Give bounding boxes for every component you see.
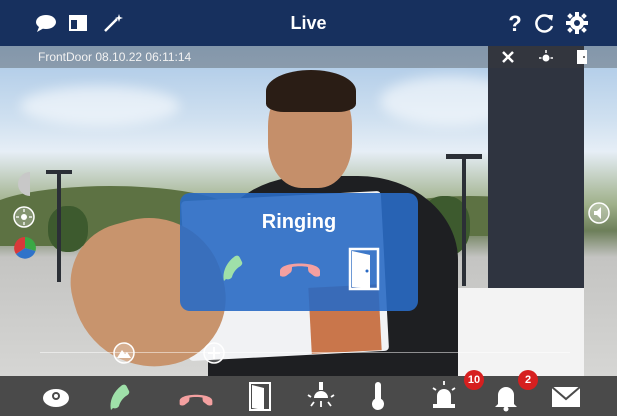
camera-dome-icon[interactable] [40,380,72,412]
lamp-post-head [46,170,72,174]
camera-info-bar: FrontDoor 08.10.22 06:11:14 [0,46,617,68]
brightness-icon[interactable] [13,206,35,228]
thermometer-icon[interactable] [362,380,394,412]
camera-label: FrontDoor 08.10.22 06:11:14 [38,50,192,64]
alarm-count-badge: 10 [464,370,484,390]
accept-call-icon[interactable] [105,380,137,412]
person-hair [266,70,356,112]
alarm-light-icon[interactable] [428,380,460,412]
svg-text:?: ? [508,11,521,35]
lamp-post [57,172,61,282]
lamp-post [462,156,466,286]
cloud [20,86,180,126]
slider-handle[interactable] [14,172,30,196]
notification-count-badge: 2 [518,370,538,390]
accept-call-icon[interactable] [218,251,252,285]
settings-icon[interactable] [565,11,589,35]
refresh-icon[interactable] [533,11,557,35]
reject-call-icon[interactable] [278,257,322,279]
light-icon[interactable] [305,380,337,412]
color-wheel-icon[interactable] [13,236,37,260]
lamp-post-head [446,154,482,159]
open-door-icon[interactable] [348,247,380,291]
door-icon[interactable] [574,49,590,65]
hang-up-icon[interactable] [178,380,214,412]
tools-icon[interactable] [500,49,516,65]
light-icon[interactable] [538,49,554,65]
bell-icon[interactable] [490,380,522,412]
ringing-label: Ringing [261,211,337,233]
help-icon[interactable]: ? [503,11,527,35]
volume-icon[interactable] [588,202,610,224]
door-open-icon[interactable] [244,380,276,412]
landscape-icon[interactable] [113,342,135,364]
top-bar: Live ? [0,0,617,46]
ringing-dialog: Ringing [180,193,418,311]
bottom-bar: 10 2 [0,370,617,416]
zoom-in-icon[interactable] [203,342,225,364]
mail-icon[interactable] [550,380,582,412]
